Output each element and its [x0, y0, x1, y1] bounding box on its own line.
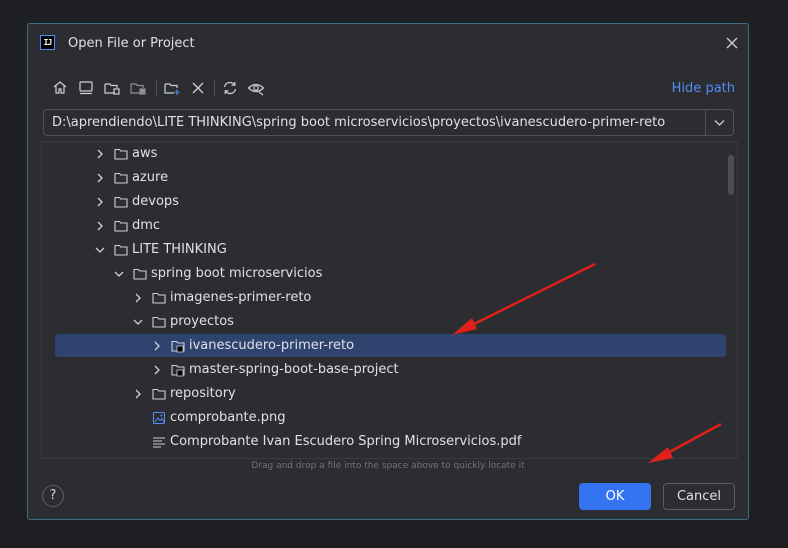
folder-icon: [133, 268, 147, 280]
refresh-icon[interactable]: [220, 78, 240, 98]
text-file-icon: [153, 437, 165, 448]
chevron-right-icon: [97, 173, 103, 183]
help-button[interactable]: ?: [42, 485, 64, 507]
tree-row-label: master-spring-boot-base-project: [189, 362, 399, 377]
tree-row-label: devops: [132, 194, 179, 209]
intellij-logo-icon: IJ: [40, 35, 55, 50]
tree-scrollbar[interactable]: [728, 155, 734, 195]
tree-row-label: dmc: [132, 218, 161, 233]
tree-row-aws[interactable]: aws: [42, 142, 737, 166]
chevron-right-icon: [97, 221, 103, 231]
chevron-down-icon: [114, 271, 124, 277]
delete-icon[interactable]: [188, 78, 208, 98]
folder-icon: [114, 172, 128, 184]
folder-icon: [114, 148, 128, 160]
tree-row-label: aws: [132, 146, 158, 161]
path-history-dropdown[interactable]: [705, 110, 733, 135]
home-icon[interactable]: [50, 78, 70, 98]
path-value: D:\aprendiendo\LITE THINKING\spring boot…: [52, 115, 666, 130]
desktop-icon[interactable]: [76, 78, 96, 98]
new-folder-icon[interactable]: [162, 78, 182, 98]
tree-row-master-spring-boot-base-project[interactable]: master-spring-boot-base-project: [42, 358, 737, 382]
toolbar-separator: [214, 80, 215, 97]
tree-row-label: imagenes-primer-reto: [170, 290, 312, 305]
tree-row-label: repository: [170, 386, 236, 401]
open-file-dialog: IJ Open File or Project Hide path D:\apr…: [27, 23, 749, 520]
show-hidden-icon[interactable]: [246, 78, 266, 98]
module-folder-icon[interactable]: [128, 78, 148, 98]
chevron-right-icon: [97, 149, 103, 159]
tree-row-dmc[interactable]: dmc: [42, 214, 737, 238]
project-folder-icon: [171, 364, 185, 377]
project-folder-icon: [171, 340, 185, 353]
path-input[interactable]: D:\aprendiendo\LITE THINKING\spring boot…: [43, 109, 734, 136]
tree-row-comprobante-png[interactable]: comprobante.png: [42, 406, 737, 430]
folder-icon: [152, 316, 166, 328]
chevron-right-icon: [97, 197, 103, 207]
tree-row-devops[interactable]: devops: [42, 190, 737, 214]
chevron-right-icon: [154, 365, 160, 375]
image-file-icon: [152, 411, 166, 425]
project-folder-icon[interactable]: [102, 78, 122, 98]
tree-row-label: comprobante.png: [170, 410, 286, 425]
ok-button[interactable]: OK: [579, 483, 651, 510]
cancel-button[interactable]: Cancel: [663, 483, 735, 510]
file-tree[interactable]: aws azure devops dmc LITE THINKING sprin…: [41, 141, 738, 459]
tree-row-label: azure: [132, 170, 169, 185]
folder-icon: [114, 244, 128, 256]
tree-row-spring-boot-microservicios[interactable]: spring boot microservicios: [42, 262, 737, 286]
folder-icon: [114, 196, 128, 208]
title-bar: IJ Open File or Project: [28, 24, 748, 64]
chevron-down-icon: [714, 120, 725, 126]
tree-row-imagenes-primer-reto[interactable]: imagenes-primer-reto: [42, 286, 737, 310]
chevron-down-icon: [95, 247, 105, 253]
chevron-right-icon: [135, 389, 141, 399]
hide-path-link[interactable]: Hide path: [672, 81, 735, 96]
folder-icon: [152, 388, 166, 400]
close-icon[interactable]: [722, 33, 742, 53]
tree-row-repository[interactable]: repository: [42, 382, 737, 406]
tree-row-proyectos[interactable]: proyectos: [42, 310, 737, 334]
folder-icon: [152, 292, 166, 304]
toolbar-separator: [156, 80, 157, 97]
tree-row-lite-thinking[interactable]: LITE THINKING: [42, 238, 737, 262]
drag-drop-hint: Drag and drop a file into the space abov…: [251, 461, 525, 471]
tree-row-azure[interactable]: azure: [42, 166, 737, 190]
tree-row-label: proyectos: [170, 314, 234, 329]
tree-row-ivanescudero-primer-reto[interactable]: ivanescudero-primer-reto: [42, 334, 737, 358]
dialog-title: Open File or Project: [68, 36, 195, 51]
tree-row-label: Comprobante Ivan Escudero Spring Microse…: [170, 434, 522, 449]
folder-icon: [114, 220, 128, 232]
chevron-right-icon: [135, 293, 141, 303]
chevron-right-icon: [154, 341, 160, 351]
chevron-down-icon: [133, 319, 143, 325]
tree-row-label: LITE THINKING: [132, 242, 227, 257]
tree-row-label: ivanescudero-primer-reto: [189, 338, 355, 353]
tree-row-comprobante-pdf[interactable]: Comprobante Ivan Escudero Spring Microse…: [42, 430, 737, 454]
tree-row-label: spring boot microservicios: [151, 266, 323, 281]
